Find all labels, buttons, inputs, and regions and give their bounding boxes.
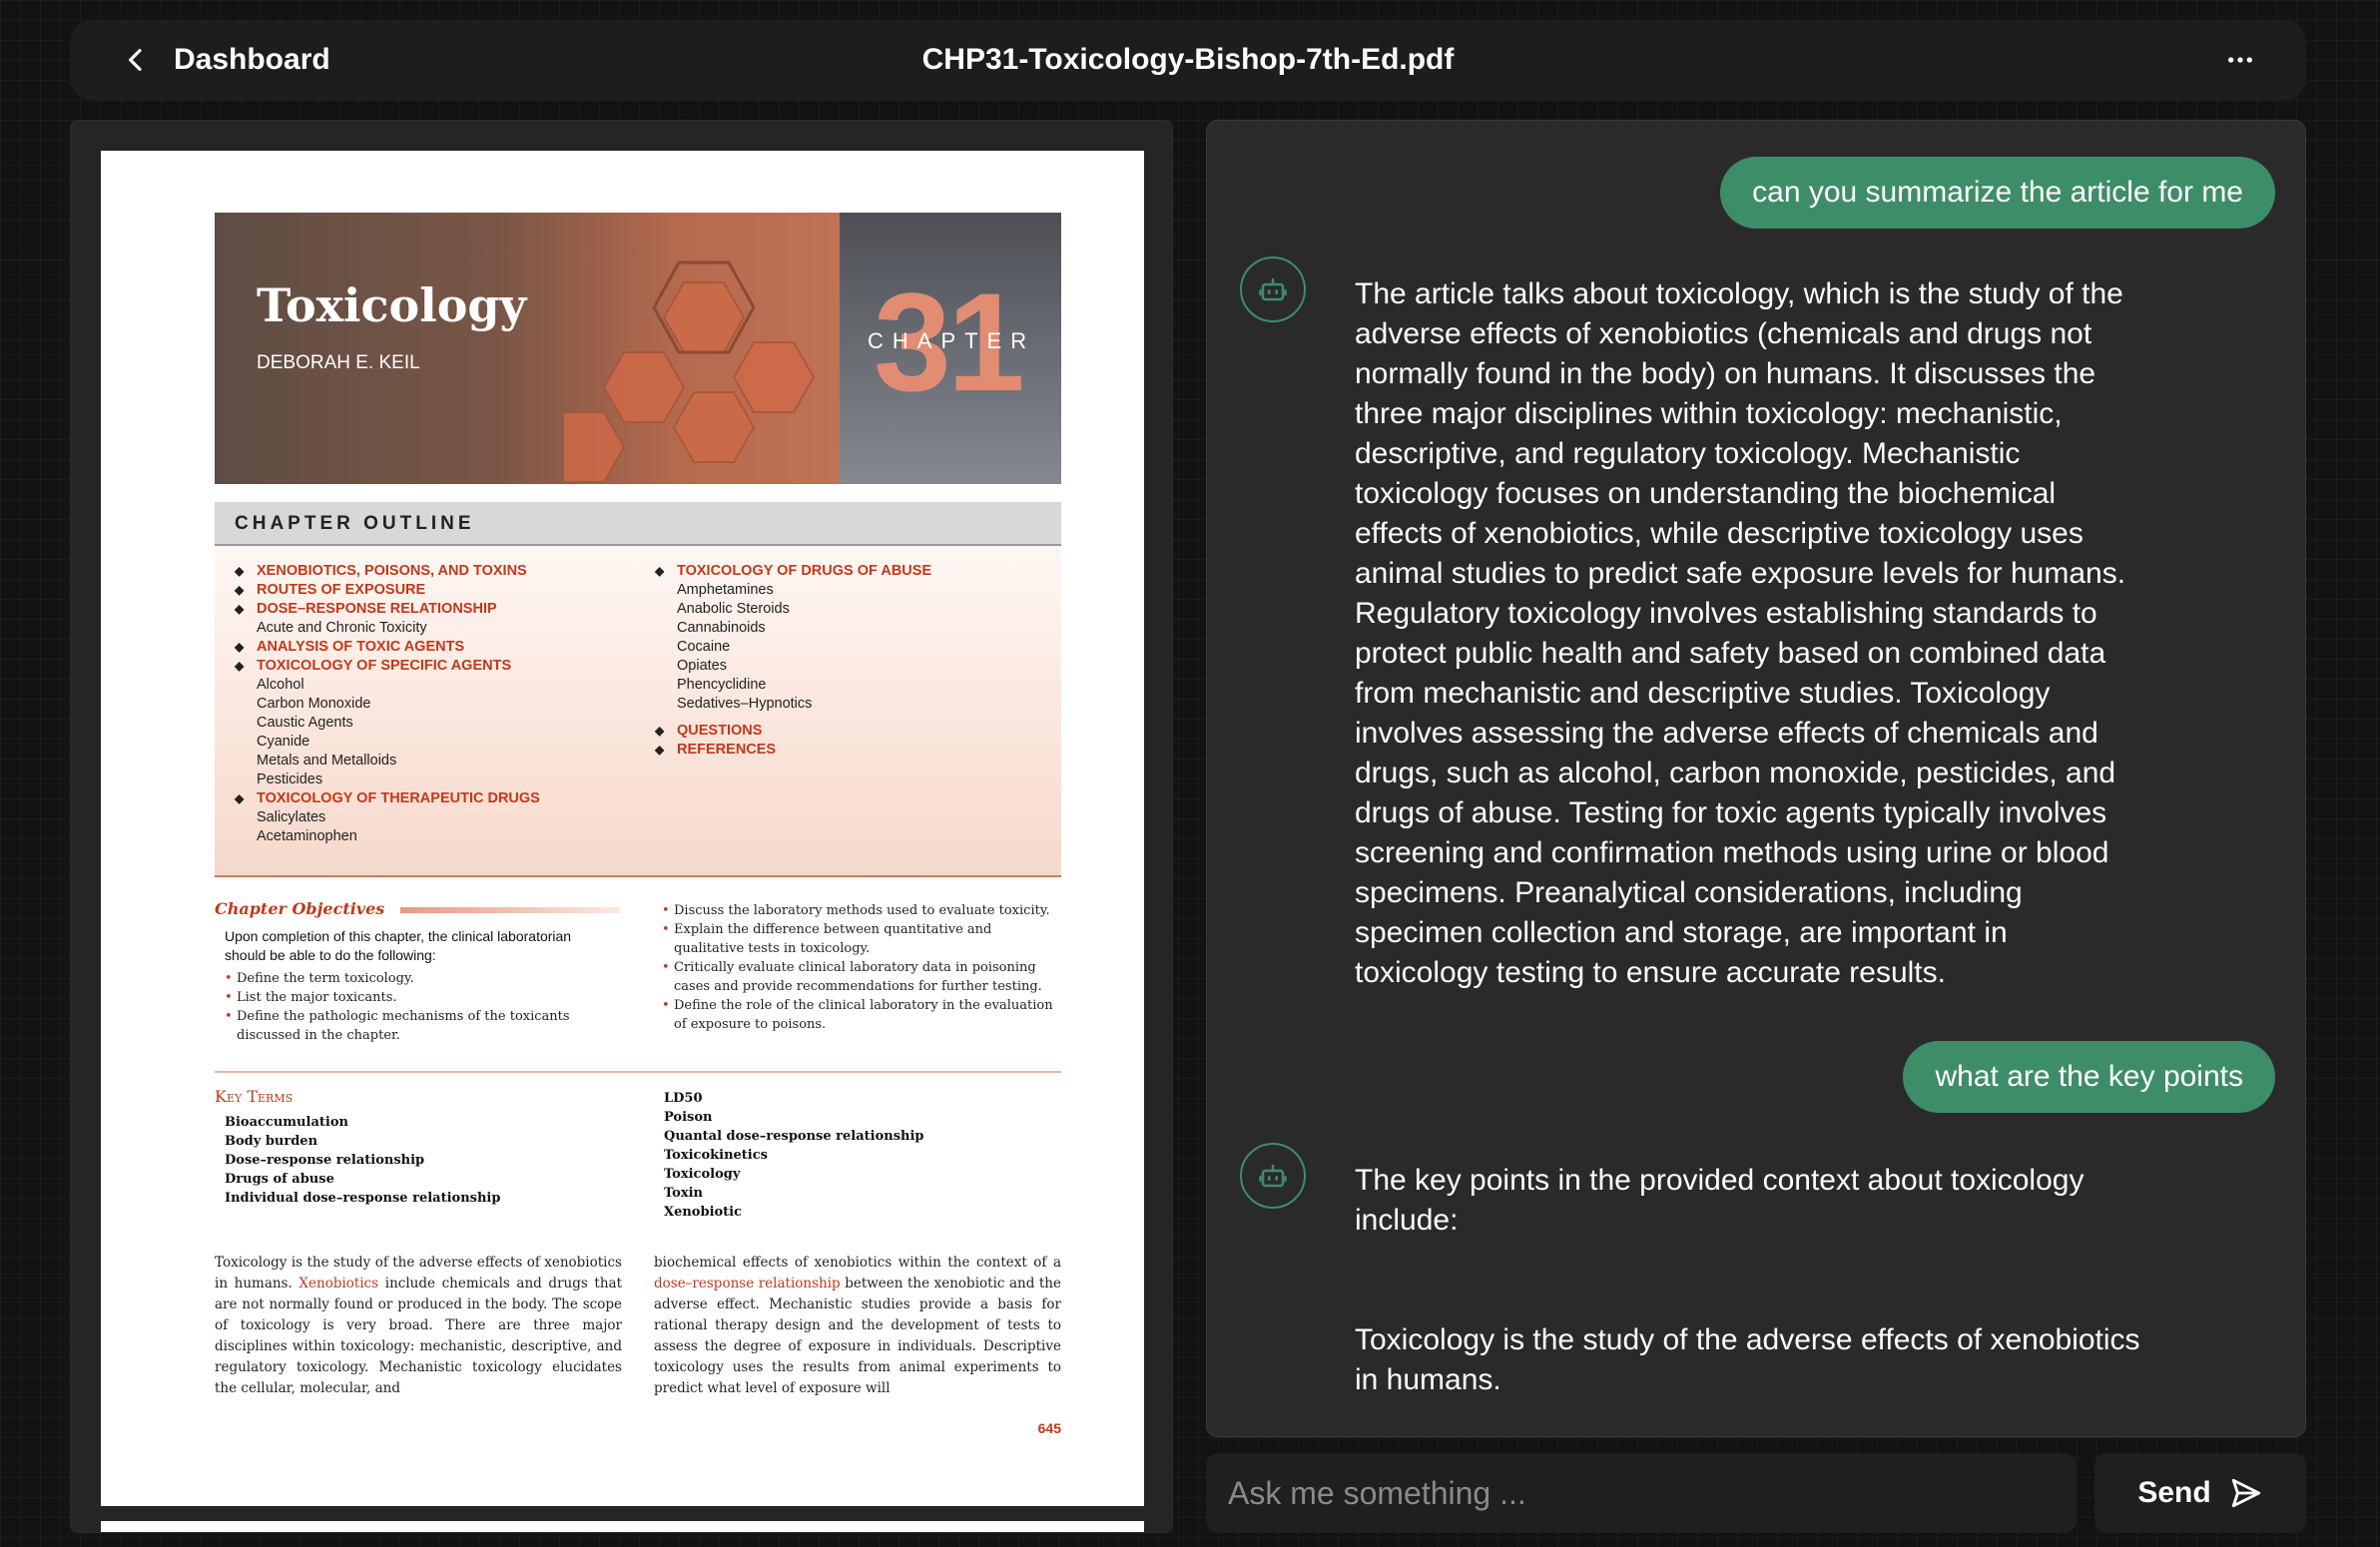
send-icon (2231, 1478, 2260, 1508)
objective-item: Define the term toxicology. (225, 969, 584, 988)
objectives-heading: Chapter Objectives (215, 899, 385, 918)
dose-response-link[interactable]: dose–response relationship (654, 1276, 841, 1291)
key-term: Dose–response relationship (225, 1153, 425, 1168)
chapter-label: CHAPTER (868, 328, 1036, 353)
outline-subsection: Alcohol (257, 677, 304, 693)
more-horizontal-icon (2228, 57, 2252, 63)
key-term: Toxicology (664, 1167, 741, 1182)
send-button[interactable]: Send (2094, 1453, 2306, 1533)
robot-icon (1259, 277, 1287, 301)
pdf-viewer[interactable]: Toxicology DEBORAH E. KEIL 31 CHAPTER CH… (70, 120, 1173, 1533)
objectives-list-2: Discuss the laboratory methods used to e… (662, 901, 1061, 1034)
key-term: Individual dose–response relationship (225, 1191, 501, 1206)
top-bar: Dashboard CHP31-Toxicology-Bishop-7th-Ed… (70, 20, 2306, 100)
outline-section: TOXICOLOGY OF THERAPEUTIC DRUGS (235, 789, 540, 808)
key-term: Toxicokinetics (664, 1148, 768, 1163)
bot-avatar (1240, 1143, 1306, 1209)
body-text-column-1: Toxicology is the study of the adverse e… (215, 1253, 622, 1399)
key-term: Body burden (225, 1134, 318, 1149)
chat-panel[interactable]: can you summarize the article for me The… (1206, 120, 2306, 1437)
bot-message: The key points in the provided context a… (1355, 1164, 2084, 1237)
outline-subsection: Acute and Chronic Toxicity (257, 620, 427, 636)
document-title: CHP31-Toxicology-Bishop-7th-Ed.pdf (921, 43, 1455, 76)
section-divider (215, 1071, 1061, 1073)
outline-subsection: Cyanide (257, 734, 310, 750)
body-text: include chemicals and drugs that are not… (215, 1276, 623, 1396)
objectives-intro: Upon completion of this chapter, the cli… (225, 928, 572, 963)
outline-subsection: Phencyclidine (677, 677, 767, 693)
outline-subsection: Amphetamines (677, 582, 774, 598)
bot-avatar (1240, 257, 1306, 322)
outline-section: XENOBIOTICS, POISONS, AND TOXINS (235, 562, 540, 581)
outline-section: ROUTES OF EXPOSURE (235, 581, 540, 600)
key-term: Poison (664, 1110, 713, 1125)
objective-item: List the major toxicants. (225, 988, 584, 1007)
body-text: biochemical effects of xenobiotics withi… (654, 1255, 1061, 1271)
objective-item: Define the pathologic mechanisms of the … (225, 1007, 584, 1045)
hexagon-pattern-illustration (564, 260, 816, 482)
objective-item: Discuss the laboratory methods used to e… (662, 901, 1061, 920)
outline-section: QUESTIONS (655, 722, 931, 741)
objective-item: Explain the difference between quantitat… (662, 920, 1061, 958)
key-term: Drugs of abuse (225, 1172, 334, 1187)
outline-subsection (655, 714, 931, 722)
more-options-button[interactable] (2224, 44, 2256, 76)
objective-item: Critically evaluate clinical laboratory … (662, 958, 1061, 996)
outline-section: TOXICOLOGY OF DRUGS OF ABUSE (655, 562, 931, 581)
key-term: Toxin (664, 1186, 703, 1201)
outline-subsection: Opiates (677, 658, 727, 674)
send-label: Send (2137, 1476, 2211, 1509)
objectives-list-1: Define the term toxicology.List the majo… (225, 969, 584, 1045)
outline-column-1: XENOBIOTICS, POISONS, AND TOXINSROUTES O… (235, 562, 540, 846)
outline-section: ANALYSIS OF TOXIC AGENTS (235, 638, 540, 657)
key-term: LD50 (664, 1091, 703, 1106)
outline-section: REFERENCES (655, 741, 931, 760)
body-text: between the xenobiotic and the adverse e… (654, 1276, 1061, 1396)
chapter-author: DEBORAH E. KEIL (257, 352, 420, 373)
key-terms-list-1: Bioaccumulation Body burden Dose–response … (225, 1113, 500, 1208)
xenobiotics-link[interactable]: Xenobiotics (298, 1276, 378, 1291)
outline-subsection: Caustic Agents (257, 715, 353, 731)
outline-section: TOXICOLOGY OF SPECIFIC AGENTS (235, 657, 540, 676)
user-message: can you summarize the article for me (1720, 157, 2275, 229)
outline-subsection: Sedatives–Hypnotics (677, 696, 813, 712)
chapter-banner: Toxicology DEBORAH E. KEIL 31 CHAPTER (215, 213, 1061, 484)
key-terms-heading: Key Terms (215, 1087, 294, 1106)
outline-subsection: Salicylates (257, 809, 326, 825)
key-term: Quantal dose–response relationship (664, 1129, 924, 1144)
outline-subsection: Cannabinoids (677, 620, 766, 636)
outline-subsection: Carbon Monoxide (257, 696, 371, 712)
key-term: Bioaccumulation (225, 1115, 348, 1130)
key-terms-list-2: LD50 Poison Quantal dose–response relation… (664, 1089, 924, 1222)
objective-item: Define the role of the clinical laborato… (662, 996, 1061, 1034)
outline-subsection: Cocaine (677, 639, 731, 655)
page-number: 645 (1037, 1420, 1061, 1436)
chapter-outline: XENOBIOTICS, POISONS, AND TOXINSROUTES O… (215, 546, 1061, 877)
robot-icon (1259, 1164, 1287, 1188)
outline-section: DOSE–RESPONSE RELATIONSHIP (235, 600, 540, 619)
bot-message: Toxicology is the study of the adverse e… (1355, 1323, 2140, 1396)
chat-input[interactable] (1206, 1453, 2077, 1533)
next-pdf-page (101, 1521, 1144, 1532)
objectives-divider (400, 907, 620, 913)
outline-subsection: Acetaminophen (257, 828, 357, 844)
chapter-title: Toxicology (257, 278, 527, 332)
bot-message: The article talks about toxicology, whic… (1355, 277, 2126, 989)
outline-subsection: Pesticides (257, 772, 323, 787)
key-term: Xenobiotic (664, 1205, 743, 1220)
chapter-outline-heading: CHAPTER OUTLINE (215, 502, 1061, 546)
outline-subsection: Anabolic Steroids (677, 601, 790, 617)
user-message: what are the key points (1903, 1041, 2275, 1113)
body-text-column-2: biochemical effects of xenobiotics withi… (654, 1253, 1061, 1399)
outline-subsection: Metals and Metalloids (257, 753, 397, 769)
pdf-page: Toxicology DEBORAH E. KEIL 31 CHAPTER CH… (101, 151, 1144, 1506)
outline-column-2: TOXICOLOGY OF DRUGS OF ABUSEAmphetamines… (655, 562, 931, 760)
